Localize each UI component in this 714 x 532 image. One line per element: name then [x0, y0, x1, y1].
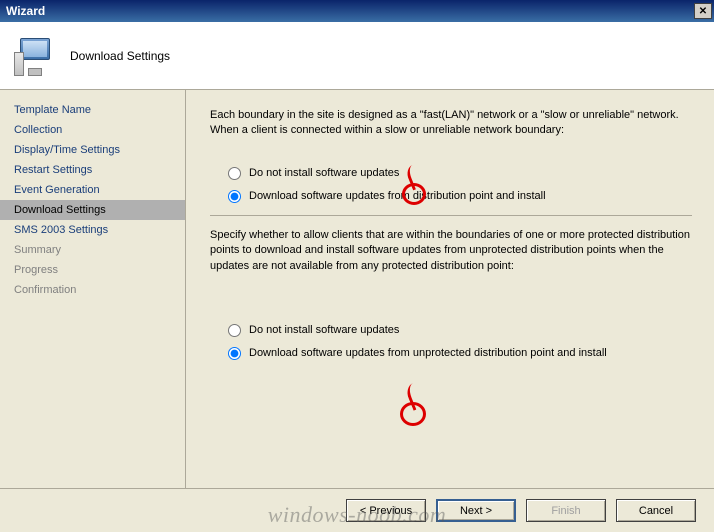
window-title: Wizard: [6, 4, 45, 18]
radio-label-download-2: Download software updates from unprotect…: [249, 347, 607, 359]
radio-row-download-2[interactable]: Download software updates from unprotect…: [228, 347, 692, 360]
sidebar-item-display-time[interactable]: Display/Time Settings: [0, 140, 185, 160]
button-bar: < Previous Next > Finish Cancel: [0, 488, 714, 532]
radio-label-no-install-2: Do not install software updates: [249, 324, 399, 336]
sidebar-item-template-name[interactable]: Template Name: [0, 100, 185, 120]
computer-icon: [14, 36, 54, 76]
sidebar-item-confirmation[interactable]: Confirmation: [0, 280, 185, 300]
wizard-body: Template Name Collection Display/Time Se…: [0, 90, 714, 488]
previous-button[interactable]: < Previous: [346, 499, 426, 522]
sidebar-item-progress[interactable]: Progress: [0, 260, 185, 280]
sidebar-item-event-generation[interactable]: Event Generation: [0, 180, 185, 200]
protected-dp-group: Do not install software updates Download…: [228, 324, 692, 360]
titlebar: Wizard ✕: [0, 0, 714, 22]
radio-download-1[interactable]: [228, 190, 241, 203]
sidebar: Template Name Collection Display/Time Se…: [0, 90, 186, 488]
radio-label-no-install-1: Do not install software updates: [249, 167, 399, 179]
intro-text: Each boundary in the site is designed as…: [210, 108, 692, 139]
sidebar-item-restart[interactable]: Restart Settings: [0, 160, 185, 180]
sidebar-item-summary[interactable]: Summary: [0, 240, 185, 260]
sidebar-item-collection[interactable]: Collection: [0, 120, 185, 140]
sidebar-item-sms-2003[interactable]: SMS 2003 Settings: [0, 220, 185, 240]
radio-download-2[interactable]: [228, 347, 241, 360]
finish-button[interactable]: Finish: [526, 499, 606, 522]
page-title: Download Settings: [70, 49, 170, 63]
annotation-tail-2: [404, 379, 432, 411]
slow-boundary-group: Do not install software updates Download…: [228, 167, 692, 203]
next-button[interactable]: Next >: [436, 499, 516, 522]
divider: [210, 215, 692, 216]
protected-dp-text: Specify whether to allow clients that ar…: [210, 228, 692, 274]
close-button[interactable]: ✕: [694, 3, 712, 19]
wizard-header: Download Settings: [0, 22, 714, 90]
cancel-button[interactable]: Cancel: [616, 499, 696, 522]
annotation-circle-2: [400, 402, 426, 426]
sidebar-item-download-settings[interactable]: Download Settings: [0, 200, 185, 220]
radio-no-install-1[interactable]: [228, 167, 241, 180]
radio-label-download-1: Download software updates from distribut…: [249, 190, 546, 202]
radio-no-install-2[interactable]: [228, 324, 241, 337]
radio-row-no-install-1[interactable]: Do not install software updates: [228, 167, 692, 180]
radio-row-no-install-2[interactable]: Do not install software updates: [228, 324, 692, 337]
radio-row-download-1[interactable]: Download software updates from distribut…: [228, 190, 692, 203]
main-panel: Each boundary in the site is designed as…: [186, 90, 714, 488]
